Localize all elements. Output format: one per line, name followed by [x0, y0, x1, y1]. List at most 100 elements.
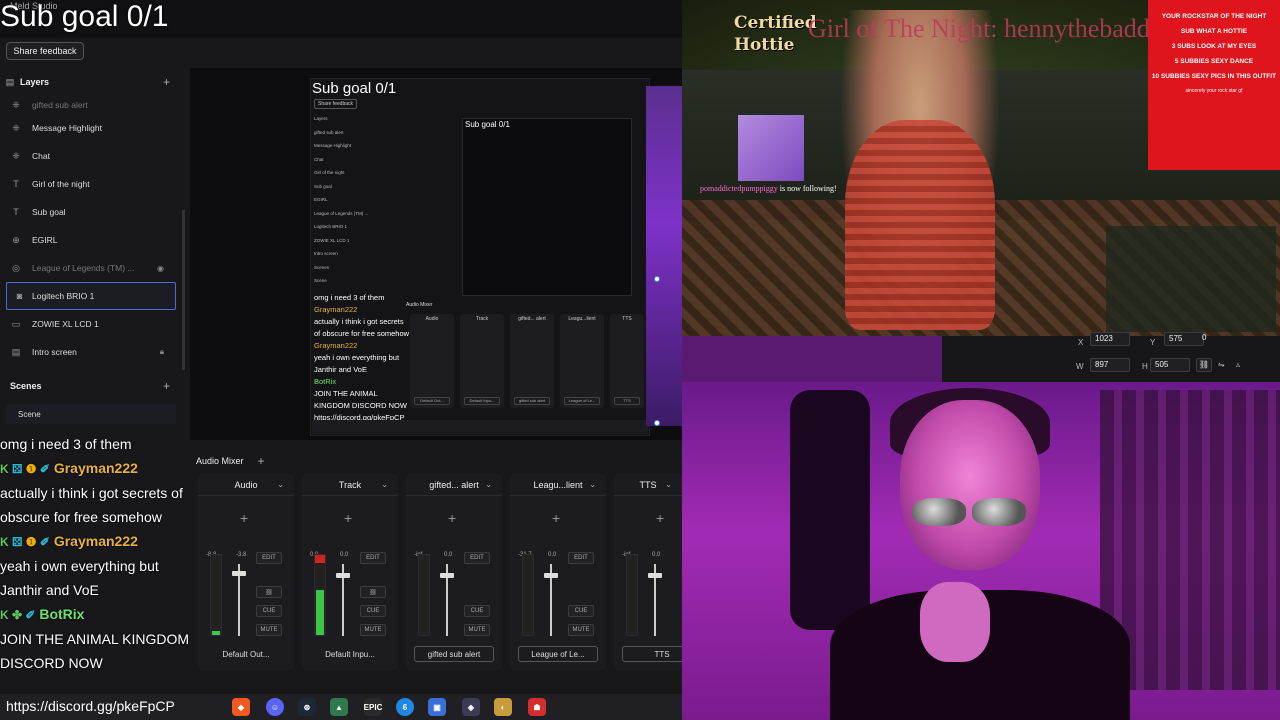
- selection-handle[interactable]: [654, 276, 660, 282]
- fader-knob[interactable]: [336, 573, 350, 578]
- chevron-down-icon[interactable]: ⌄: [277, 480, 284, 489]
- link-aspect-icon[interactable]: ⛓: [1196, 358, 1212, 372]
- screen: Meld Studio Share feedback ▤ Layers + ⁜ g…: [0, 0, 1280, 720]
- volume-fader[interactable]: [232, 564, 246, 636]
- add-filter-icon[interactable]: +: [240, 510, 248, 526]
- channel-source-select[interactable]: gifted sub alert: [414, 646, 494, 662]
- chat-badges: K ⚄ ❶ ✐: [0, 535, 50, 549]
- layer-item-zowie-display[interactable]: ▭ ZOWIE XL LCD 1: [0, 310, 186, 338]
- nested-channel: gifted... alert gifted sub alert: [510, 314, 554, 408]
- nested-layer: ZOWIE XL LCD 1: [314, 237, 350, 243]
- mini-chat-overlay: [1106, 226, 1276, 332]
- add-filter-icon[interactable]: +: [656, 510, 664, 526]
- mute-button[interactable]: MUTE: [568, 624, 594, 636]
- volume-fader[interactable]: [648, 564, 662, 636]
- cue-button[interactable]: CUE: [464, 605, 490, 617]
- edit-button[interactable]: EDIT: [568, 552, 594, 564]
- chevron-down-icon[interactable]: ⌄: [485, 480, 492, 489]
- layer-item-chat[interactable]: ⁜ Chat: [0, 142, 186, 170]
- w-label: W: [1076, 362, 1084, 371]
- nested-channel-source: League of Le...: [564, 397, 600, 405]
- add-filter-icon[interactable]: +: [448, 510, 456, 526]
- layers-title: Layers: [20, 77, 50, 87]
- camera-layer-icon: ◙: [16, 291, 23, 301]
- layer-item-gifted-sub-alert[interactable]: ⁜ gifted sub alert: [0, 96, 186, 114]
- volume-fader[interactable]: [440, 564, 454, 636]
- streamer-hand: [920, 582, 990, 662]
- add-layer-icon[interactable]: +: [163, 75, 170, 89]
- steam-icon[interactable]: ⊛: [298, 698, 316, 716]
- chevron-down-icon[interactable]: ⌄: [665, 480, 672, 489]
- edit-button[interactable]: EDIT: [360, 552, 386, 564]
- scene-item[interactable]: Scene: [6, 404, 176, 424]
- layers-scrollbar[interactable]: [182, 210, 185, 370]
- layers-icon: ▤: [5, 76, 15, 87]
- edit-button[interactable]: EDIT: [256, 552, 282, 564]
- layer-item-logitech-brio[interactable]: ◙ Logitech BRIO 1: [6, 282, 176, 310]
- fader-knob[interactable]: [232, 571, 246, 576]
- cue-button[interactable]: CUE: [256, 605, 282, 617]
- nested-layer: Message Highlight: [314, 143, 352, 148]
- layer-item-egirl[interactable]: ⊕ EGIRL: [0, 226, 186, 254]
- channel-source-select[interactable]: Default Inpu...: [310, 646, 390, 662]
- channel-title[interactable]: gifted... alert ⌄: [406, 474, 502, 496]
- share-feedback-button[interactable]: Share feedback: [6, 42, 84, 60]
- channel-title[interactable]: Audio ⌄: [198, 474, 294, 496]
- height-input[interactable]: 505: [1150, 358, 1190, 372]
- add-scene-icon[interactable]: +: [163, 379, 170, 393]
- epic-icon[interactable]: EPIC: [364, 698, 382, 716]
- fader-knob[interactable]: [648, 573, 662, 578]
- volume-fader[interactable]: [336, 564, 350, 636]
- meld-icon[interactable]: ▲: [330, 698, 348, 716]
- lock-icon[interactable]: 🔒︎: [160, 347, 164, 357]
- edit-button[interactable]: EDIT: [464, 552, 490, 564]
- hidden-eye-icon[interactable]: ◉: [157, 264, 164, 273]
- channel-title[interactable]: Leagu...lient ⌄: [510, 474, 606, 496]
- rotation-input[interactable]: 0: [1198, 332, 1238, 346]
- add-filter-icon[interactable]: +: [552, 510, 560, 526]
- discord-icon[interactable]: ☺: [266, 698, 284, 716]
- promo-line: YOUR ROCKSTAR OF THE NIGHT: [1161, 13, 1267, 20]
- chevron-down-icon[interactable]: ⌄: [381, 480, 388, 489]
- x-input[interactable]: 1023: [1090, 332, 1130, 346]
- layer-item-intro-screen[interactable]: ▤ Intro screen 🔒︎: [0, 338, 186, 366]
- layer-item-sub-goal[interactable]: T Sub goal: [0, 198, 186, 226]
- cue-button[interactable]: CUE: [568, 605, 594, 617]
- league-icon[interactable]: ◐: [494, 698, 512, 716]
- fader-knob[interactable]: [440, 573, 454, 578]
- promo-line: 3 SUBS LOOK AT MY EYES: [1171, 43, 1257, 50]
- add-filter-icon[interactable]: +: [344, 510, 352, 526]
- channel-name: TTS: [639, 479, 657, 490]
- flip-horizontal-icon[interactable]: ⇋: [1218, 360, 1225, 369]
- app-icon[interactable]: ▣: [428, 698, 446, 716]
- layer-item-girl-of-the-night[interactable]: T Girl of the night: [0, 170, 186, 198]
- mixer-channel: Leagu...lient⌄+-31.70.0EDITCUEMUTELeague…: [510, 474, 606, 670]
- channel-source-select[interactable]: TTS: [622, 646, 682, 662]
- channel-title[interactable]: TTS ⌄: [614, 474, 682, 496]
- volume-fader[interactable]: [544, 564, 558, 636]
- game-icon[interactable]: ☗: [528, 698, 546, 716]
- level-meter: [418, 554, 430, 636]
- mute-button[interactable]: MUTE: [256, 624, 282, 636]
- cue-button[interactable]: CUE: [360, 605, 386, 617]
- link-icon[interactable]: ⛓: [360, 586, 386, 598]
- link-icon[interactable]: ⛓: [256, 586, 282, 598]
- channel-source-select[interactable]: Default Out...: [206, 646, 286, 662]
- fader-knob[interactable]: [544, 573, 558, 578]
- channel-title[interactable]: Track ⌄: [302, 474, 398, 496]
- width-input[interactable]: 897: [1090, 358, 1130, 372]
- brave-icon[interactable]: ◆: [232, 698, 250, 716]
- layer-item-message-highlight[interactable]: ⁜ Message Highlight: [0, 114, 186, 142]
- layer-item-league-of-legends[interactable]: ◎ League of Legends (TM) ... ◉: [0, 254, 186, 282]
- mute-button[interactable]: MUTE: [464, 624, 490, 636]
- add-audio-icon[interactable]: +: [258, 454, 265, 468]
- flip-vertical-icon[interactable]: ▵: [1236, 360, 1240, 369]
- channel-source-select[interactable]: League of Le...: [518, 646, 598, 662]
- mute-button[interactable]: MUTE: [360, 624, 386, 636]
- chevron-down-icon[interactable]: ⌄: [589, 480, 596, 489]
- scenes-title: Scenes: [10, 381, 42, 391]
- selection-handle[interactable]: [654, 420, 660, 426]
- nested-chat-line: actually i think i got secrets of obscur…: [314, 317, 410, 338]
- battlenet-icon[interactable]: ϐ: [396, 698, 414, 716]
- riot-icon[interactable]: ◈: [462, 698, 480, 716]
